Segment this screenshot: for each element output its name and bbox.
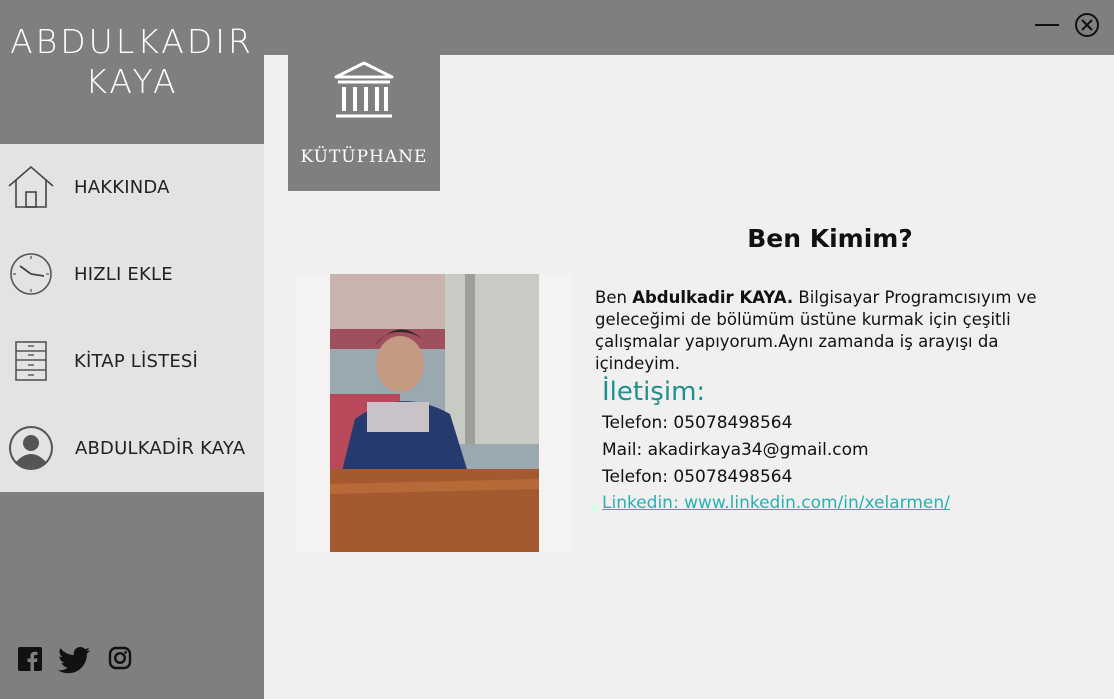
close-icon (1075, 13, 1099, 37)
facebook-link[interactable] (17, 646, 45, 674)
sidebar-item-abdulkadir-kaya[interactable]: ABDULKADİR KAYA (0, 405, 264, 492)
instagram-link[interactable] (108, 646, 136, 674)
sidebar-item-label: HIZLI EKLE (74, 264, 173, 285)
library-icon (334, 61, 394, 118)
minimize-button[interactable] (1032, 10, 1062, 40)
instagram-icon (108, 646, 132, 670)
library-tile[interactable]: KÜTÜPHANE (288, 55, 440, 191)
app-title-line-1: ABDULKADIR (10, 22, 254, 61)
clock-icon (10, 253, 52, 295)
sidebar-item-kitap-listesi[interactable]: KİTAP LİSTESİ (0, 318, 264, 405)
linkedin-link[interactable]: Linkedin: www.linkedin.com/in/xelarmen/ (602, 493, 950, 513)
twitter-link[interactable] (58, 646, 92, 674)
profile-photo (295, 274, 573, 552)
home-icon (8, 165, 54, 208)
bio-name: Abdulkadir KAYA. (632, 288, 794, 307)
twitter-icon (58, 647, 90, 674)
app-title: ABDULKADIR KAYA (0, 22, 264, 102)
about-heading: Ben Kimim? (747, 224, 913, 253)
app-title-line-2: KAYA (85, 62, 179, 101)
sidebar-item-hizli-ekle[interactable]: HIZLI EKLE (0, 231, 264, 318)
profile-photo-image (330, 274, 539, 552)
facebook-icon (18, 647, 42, 671)
close-button[interactable] (1072, 10, 1102, 40)
contact-title: İletişim: (602, 377, 706, 407)
sidebar: ABDULKADIR KAYA HAKKINDA HIZLI EKLE KİTA… (0, 0, 264, 699)
user-avatar-icon (9, 426, 53, 470)
bio-prefix: Ben (595, 288, 633, 307)
sidebar-item-label: HAKKINDA (74, 177, 170, 198)
book-list-icon (15, 341, 47, 381)
contact-phone: Telefon: 05078498564 (602, 413, 793, 433)
contact-mail: Mail: akadirkaya34@gmail.com (602, 440, 869, 460)
contact-phone-2: Telefon: 05078498564 (602, 467, 793, 487)
sidebar-item-label: KİTAP LİSTESİ (74, 351, 199, 372)
library-tile-label: KÜTÜPHANE (300, 147, 428, 167)
minimize-icon (1035, 24, 1059, 26)
sidebar-item-hakkinda[interactable]: HAKKINDA (0, 144, 264, 231)
sidebar-nav: HAKKINDA HIZLI EKLE KİTAP LİSTESİ ABDULK… (0, 144, 264, 492)
sidebar-item-label: ABDULKADİR KAYA (75, 438, 246, 459)
bio-paragraph: Ben Abdulkadir KAYA. Bilgisayar Programc… (595, 287, 1085, 375)
